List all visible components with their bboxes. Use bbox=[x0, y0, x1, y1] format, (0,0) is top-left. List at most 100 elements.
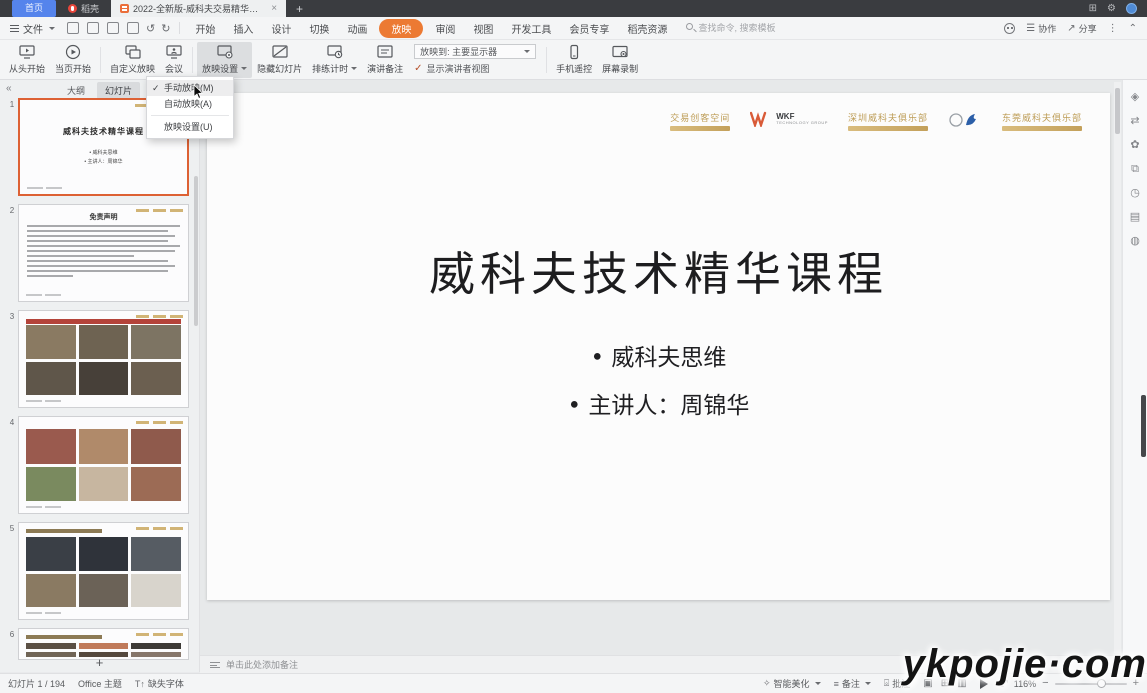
menu-animation[interactable]: 动画 bbox=[338, 19, 376, 38]
font-warning-icon: T↑ bbox=[135, 679, 145, 689]
phone-remote-button[interactable]: 手机遥控 bbox=[551, 42, 597, 78]
notes-toggle-button[interactable]: ≡备注 bbox=[834, 677, 871, 690]
collaborate-button[interactable]: ☰协作 bbox=[1026, 22, 1056, 35]
checkmark-icon: ✓ bbox=[152, 80, 160, 96]
history-clock-icon[interactable]: ◷ bbox=[1130, 188, 1140, 199]
more-icon[interactable]: ⋮ bbox=[1108, 23, 1118, 34]
presenter-view-checkbox[interactable]: ✓ 显示演讲者视图 bbox=[414, 62, 536, 75]
menu-insert[interactable]: 插入 bbox=[224, 19, 262, 38]
document-tab[interactable]: 2022-全新版-威科夫交易精华班课件 × bbox=[111, 0, 286, 17]
docer-tab[interactable]: 稻壳 bbox=[56, 0, 111, 17]
document-tab-title: 2022-全新版-威科夫交易精华班课件 bbox=[133, 2, 265, 15]
close-tab-icon[interactable]: × bbox=[271, 3, 277, 14]
slide-thumbnail-2[interactable]: 免责声明 bbox=[18, 204, 189, 302]
layers-icon[interactable]: ⧉ bbox=[1131, 164, 1139, 175]
export-icon[interactable] bbox=[87, 22, 99, 34]
apps-grid-icon[interactable]: ⊞ bbox=[1089, 3, 1097, 14]
menu-view[interactable]: 视图 bbox=[464, 19, 502, 38]
menu-slideshow[interactable]: 放映 bbox=[379, 19, 423, 38]
canvas-scrollbar-thumb[interactable] bbox=[1115, 88, 1120, 134]
hide-slide-button[interactable]: 隐藏幻灯片 bbox=[252, 42, 307, 78]
adjust-sliders-icon[interactable]: ⇄ bbox=[1130, 116, 1139, 127]
add-slide-button[interactable]: + bbox=[0, 655, 199, 670]
assistant-icon[interactable] bbox=[1004, 23, 1015, 34]
smart-beautify-button[interactable]: ✧智能美化 bbox=[763, 677, 821, 690]
slide-bullet-2: • 主讲人：周锦华 bbox=[207, 386, 1110, 420]
save-icon[interactable] bbox=[67, 22, 79, 34]
settings-icon[interactable]: ⚙ bbox=[1107, 3, 1116, 14]
collapse-ribbon-icon[interactable]: ⌃ bbox=[1129, 23, 1137, 34]
speaker-notes-button[interactable]: 演讲备注 bbox=[362, 42, 408, 78]
show-on-display-select[interactable]: 放映到: 主要显示器 bbox=[414, 44, 536, 59]
outline-tab[interactable]: 大纲 bbox=[59, 82, 93, 99]
theme-name[interactable]: Office 主题 bbox=[78, 677, 122, 690]
hide-slide-icon bbox=[271, 44, 289, 60]
rehearse-timing-button[interactable]: 排练计时 bbox=[307, 42, 362, 78]
trade-maker-space-logo: 交易创客空间 bbox=[670, 111, 730, 131]
beautify-flower-icon[interactable]: ✿ bbox=[1130, 140, 1139, 151]
divider bbox=[546, 47, 547, 73]
slide-title[interactable]: 威科夫技术精华课程 bbox=[207, 238, 1110, 304]
screen-record-button[interactable]: 屏幕录制 bbox=[597, 42, 643, 78]
thumbnail-text-lines bbox=[27, 225, 180, 280]
custom-show-button[interactable]: 自定义放映 bbox=[105, 42, 160, 78]
collapse-panel-icon[interactable]: « bbox=[6, 83, 12, 94]
auto-show-menu-item[interactable]: 自动放映(A) bbox=[147, 96, 233, 112]
menu-devtools[interactable]: 开发工具 bbox=[502, 19, 560, 38]
from-current-button[interactable]: 当页开始 bbox=[50, 42, 96, 78]
thumbnail-footer bbox=[26, 294, 61, 296]
slide-canvas[interactable]: 交易创客空间 WKFTECHNOLOGY GROUP 深圳威科夫俱乐部 东莞威科… bbox=[207, 93, 1110, 600]
print-preview-icon[interactable] bbox=[127, 22, 139, 34]
thumbnail-photo-grid bbox=[26, 429, 181, 501]
export-image-icon[interactable]: ▤ bbox=[1130, 212, 1140, 223]
properties-icon[interactable]: ◈ bbox=[1131, 92, 1139, 103]
thumbnail-logos bbox=[136, 527, 183, 530]
slide-counter: 幻灯片 1 / 194 bbox=[8, 677, 65, 690]
from-beginning-button[interactable]: 从头开始 bbox=[4, 42, 50, 78]
search-input[interactable] bbox=[684, 21, 849, 36]
show-settings-menu-item[interactable]: 放映设置(U) bbox=[147, 119, 233, 135]
rehearse-clock-icon bbox=[326, 44, 344, 60]
undo-icon[interactable]: ↺ bbox=[146, 22, 155, 35]
show-settings-button[interactable]: 放映设置 bbox=[197, 42, 252, 78]
slide-thumbnail-4[interactable] bbox=[18, 416, 189, 514]
slide-number: 5 bbox=[6, 522, 18, 620]
canvas-scrollbar[interactable] bbox=[1114, 82, 1121, 653]
slide-number: 1 bbox=[6, 98, 18, 196]
shenzhen-wyckoff-club-logo: 深圳威科夫俱乐部 bbox=[848, 111, 928, 131]
missing-font-warning[interactable]: T↑缺失字体 bbox=[135, 677, 184, 690]
menu-transition[interactable]: 切换 bbox=[300, 19, 338, 38]
slide-bullets[interactable]: • 威科夫思维 • 主讲人：周锦华 bbox=[207, 338, 1110, 420]
panel-scrollbar-thumb[interactable] bbox=[194, 176, 198, 326]
manual-show-menu-item[interactable]: ✓ 手动放映(M) bbox=[147, 80, 233, 96]
checkmark-icon: ✓ bbox=[414, 64, 422, 73]
command-search[interactable] bbox=[684, 21, 849, 36]
menu-docer-resources[interactable]: 稻壳资源 bbox=[618, 19, 676, 38]
custom-show-icon bbox=[124, 44, 142, 60]
screen-record-icon bbox=[611, 44, 629, 60]
new-tab-button[interactable]: + bbox=[296, 2, 303, 16]
file-menu[interactable]: 文件 bbox=[0, 21, 63, 36]
meeting-button[interactable]: 会议 bbox=[160, 42, 188, 78]
slides-tab[interactable]: 幻灯片 bbox=[97, 82, 140, 99]
menu-review[interactable]: 审阅 bbox=[426, 19, 464, 38]
slide-thumbnail-3[interactable] bbox=[18, 310, 189, 408]
home-tab[interactable]: 首页 bbox=[12, 0, 56, 17]
share-button[interactable]: ↗分享 bbox=[1067, 22, 1096, 35]
hamburger-icon bbox=[10, 25, 19, 32]
menu-bar: 文件 ↺ ↻ 开始 插入 设计 切换 动画 放映 审阅 视图 开发工具 会员专享… bbox=[0, 17, 1147, 40]
menu-member[interactable]: 会员专享 bbox=[560, 19, 618, 38]
site-watermark: ykpojie·com bbox=[903, 642, 1147, 687]
resources-globe-icon[interactable]: ◍ bbox=[1130, 236, 1140, 247]
print-icon[interactable] bbox=[107, 22, 119, 34]
slide-thumbnail-row: 2 免责声明 bbox=[6, 204, 189, 302]
wkf-technology-logo: WKFTECHNOLOGY GROUP bbox=[750, 111, 828, 127]
show-settings-icon bbox=[216, 44, 234, 60]
redo-icon[interactable]: ↻ bbox=[161, 22, 170, 35]
menu-start[interactable]: 开始 bbox=[186, 19, 224, 38]
slide-thumbnail-5[interactable] bbox=[18, 522, 189, 620]
user-avatar[interactable] bbox=[1126, 3, 1137, 14]
notes-lines-icon: ≡ bbox=[834, 679, 839, 689]
menu-design[interactable]: 设计 bbox=[262, 19, 300, 38]
window-scrollbar-thumb[interactable] bbox=[1141, 395, 1146, 457]
